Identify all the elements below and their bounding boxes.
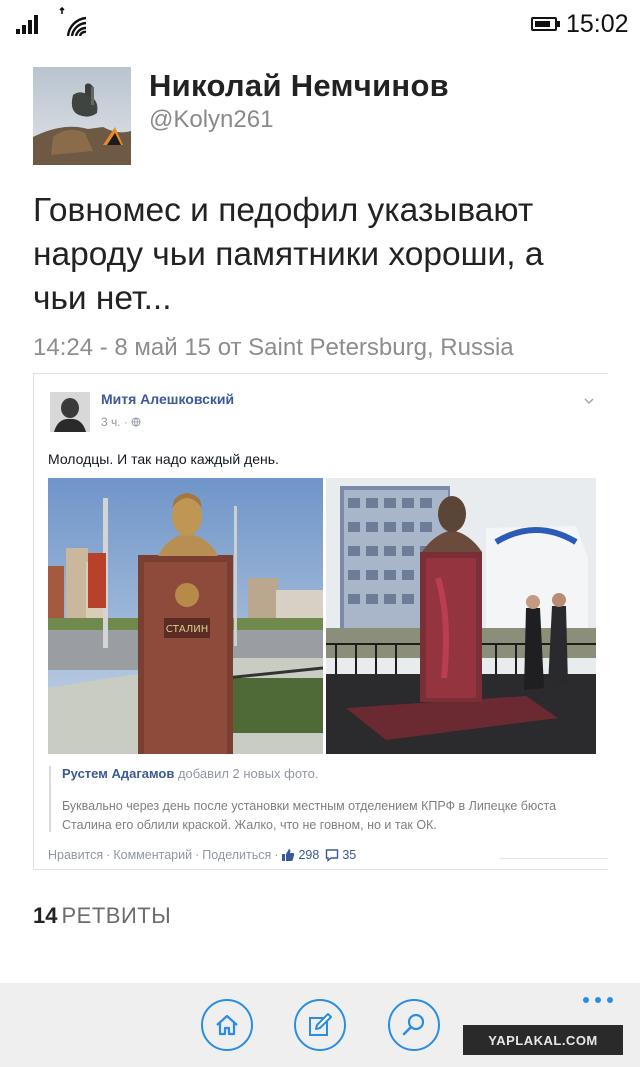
retweets-count-link[interactable]: 14 РЕТВИТЫ <box>33 903 171 929</box>
thumbs-up-icon <box>282 849 295 861</box>
shared-post-text: Буквально через день после установки мес… <box>62 799 557 832</box>
user-handle[interactable]: @Kolyn261 <box>149 106 273 134</box>
post-time: 3 ч. · <box>101 415 141 429</box>
search-button[interactable] <box>388 999 440 1051</box>
tweet-meta: 14:24 - 8 май 15 от Saint Petersburg, Ru… <box>33 334 514 361</box>
tweet-text: Говномес и педофил указывают народу чьи … <box>33 192 544 317</box>
photo-plaque-text: СТАЛИН <box>166 624 208 635</box>
post-time-text: 3 ч. · <box>101 415 132 429</box>
post-actions: Нравится · Комментарий · Поделиться · 29… <box>48 848 357 862</box>
battery-icon <box>531 17 560 31</box>
likes-count: 298 <box>298 848 320 862</box>
post-author-name: Митя Алешковский <box>101 391 235 407</box>
more-dots-icon[interactable] <box>583 997 613 1005</box>
retweet-count: 14 <box>33 903 58 928</box>
watermark-logo: YAPLAKAL.COM <box>463 1025 623 1055</box>
compose-button[interactable] <box>294 999 346 1051</box>
post-photo-1: СТАЛИН <box>48 478 323 754</box>
globe-icon <box>131 417 141 427</box>
retweet-label: РЕТВИТЫ <box>61 903 172 928</box>
shared-author-action: добавил 2 новых фото. <box>174 766 319 781</box>
post-text: Молодцы. И так надо каждый день. <box>48 451 279 467</box>
comments-count: 35 <box>342 848 357 862</box>
signal-bars-icon <box>16 14 40 34</box>
user-name[interactable]: Николай Немчинов <box>149 68 449 104</box>
shared-post-divider <box>49 766 51 832</box>
post-author-avatar <box>50 392 90 432</box>
status-time: 15:02 <box>566 10 629 38</box>
home-button[interactable] <box>201 999 253 1051</box>
home-icon <box>216 1014 238 1036</box>
post-photo-2 <box>326 478 596 754</box>
divider <box>500 858 608 859</box>
comment-link: Комментарий <box>113 848 193 862</box>
user-avatar[interactable] <box>33 67 131 165</box>
compose-icon <box>309 1013 332 1036</box>
like-link: Нравится <box>48 848 104 862</box>
chevron-down-icon <box>584 398 594 405</box>
wifi-icon <box>59 6 87 36</box>
status-bar: 15:02 <box>0 0 640 48</box>
shared-author-name: Рустем Адагамов <box>62 766 175 781</box>
embedded-post-image[interactable]: Митя Алешковский 3 ч. · Молодцы. И так н… <box>33 373 608 870</box>
comment-icon <box>326 849 339 862</box>
search-icon <box>402 1013 425 1036</box>
share-link: Поделиться <box>202 848 272 862</box>
shared-post-author: Рустем Адагамов добавил 2 новых фото. <box>62 766 318 781</box>
